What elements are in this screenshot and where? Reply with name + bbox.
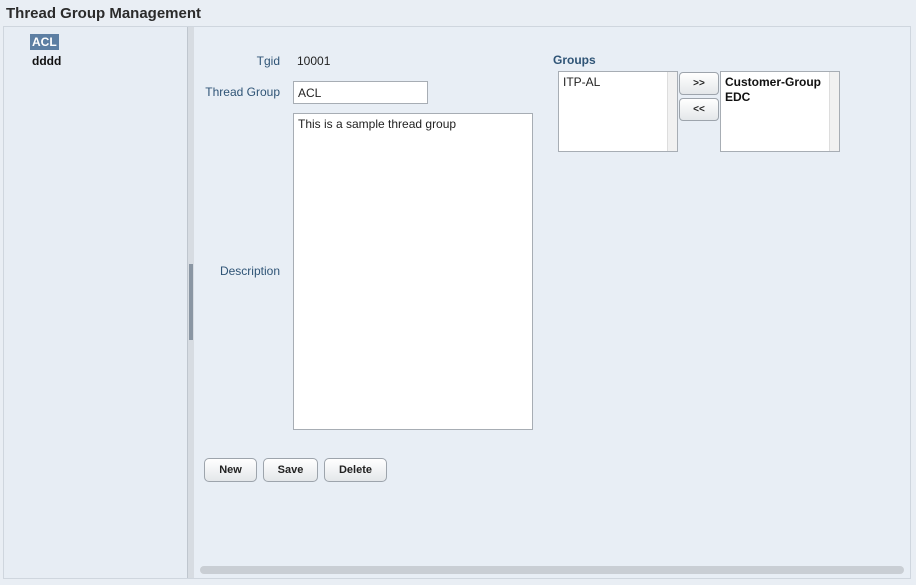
tgid-label: Tgid — [256, 54, 280, 68]
list-item[interactable]: ITP-AL — [563, 75, 600, 89]
splitter-handle[interactable] — [189, 264, 193, 340]
list-scrollbar[interactable] — [829, 72, 839, 151]
new-button[interactable]: New — [204, 458, 257, 482]
save-button[interactable]: Save — [263, 458, 318, 482]
delete-button[interactable]: Delete — [324, 458, 387, 482]
description-textarea[interactable]: This is a sample thread group — [293, 113, 533, 430]
assigned-groups-list[interactable]: Customer-Group EDC — [720, 71, 840, 152]
available-groups-list[interactable]: ITP-AL — [558, 71, 678, 152]
list-item[interactable]: Customer-Group — [725, 75, 821, 89]
scrollbar-thumb[interactable] — [200, 566, 904, 574]
tree-item-dddd[interactable]: dddd — [30, 53, 63, 69]
detail-pane: Tgid 10001 Thread Group Description This… — [194, 27, 910, 578]
list-scrollbar[interactable] — [667, 72, 677, 151]
main-panel: ACL dddd Tgid 10001 Thread Group Descrip… — [3, 26, 911, 579]
remove-group-button[interactable]: << — [679, 98, 719, 121]
tree-pane: ACL dddd — [4, 27, 187, 578]
tree-item-acl[interactable]: ACL — [30, 34, 59, 50]
tgid-value: 10001 — [297, 54, 331, 68]
description-label: Description — [219, 264, 280, 278]
horizontal-scrollbar[interactable] — [200, 566, 904, 574]
list-item[interactable]: EDC — [725, 90, 750, 104]
groups-title: Groups — [553, 53, 596, 67]
add-group-button[interactable]: >> — [679, 72, 719, 95]
thread-group-label: Thread Group — [205, 85, 280, 99]
page-title: Thread Group Management — [6, 5, 202, 22]
thread-group-input[interactable] — [293, 81, 428, 104]
